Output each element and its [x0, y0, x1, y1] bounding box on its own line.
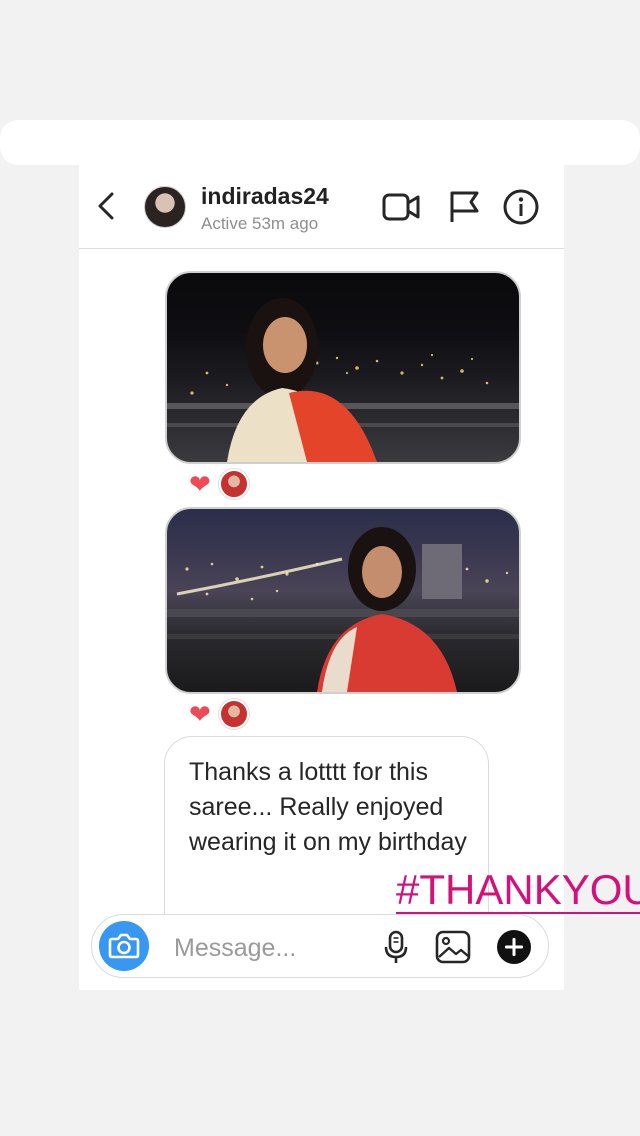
avatar[interactable]: [144, 186, 186, 228]
plus-icon[interactable]: [496, 929, 532, 965]
flag-icon[interactable]: [445, 189, 485, 225]
reactor-avatar: [219, 469, 249, 499]
photo-message[interactable]: [165, 271, 521, 464]
heart-reaction-icon: ❤: [189, 469, 211, 499]
photo-image: [167, 298, 519, 462]
active-status: Active 53m ago: [201, 214, 319, 233]
top-white-strip: [0, 120, 640, 165]
message-reactions[interactable]: ❤: [189, 469, 249, 499]
chat-username[interactable]: indiradas24: [201, 183, 329, 210]
camera-button[interactable]: [99, 921, 149, 971]
microphone-icon[interactable]: [378, 929, 414, 965]
photo-image: [167, 527, 519, 692]
heart-reaction-icon: ❤: [189, 699, 211, 729]
back-chevron-icon[interactable]: [93, 191, 119, 221]
video-call-icon[interactable]: [381, 189, 421, 225]
message-reactions[interactable]: ❤: [189, 699, 249, 729]
message-input[interactable]: [172, 929, 366, 967]
message-text: Thanks a lotttt for this saree... Really…: [189, 758, 467, 856]
camera-icon: [108, 933, 140, 959]
chat-header: indiradas24 Active 53m ago: [79, 165, 564, 249]
thankyou-hashtag-sticker: #THANKYOU: [396, 868, 640, 914]
message-composer: [91, 914, 549, 978]
gallery-icon[interactable]: [435, 929, 471, 965]
reactor-avatar: [219, 699, 249, 729]
photo-message[interactable]: [165, 507, 521, 694]
info-icon[interactable]: [501, 189, 541, 225]
